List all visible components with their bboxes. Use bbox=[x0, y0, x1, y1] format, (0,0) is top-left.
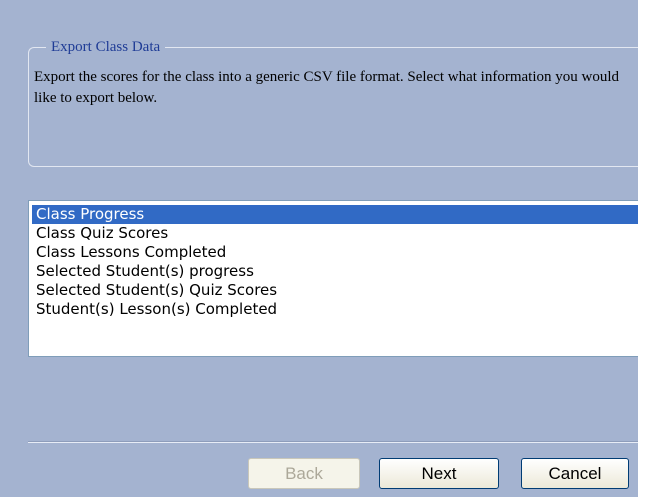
cancel-button[interactable]: Cancel bbox=[521, 458, 629, 489]
footer-separator bbox=[28, 441, 638, 443]
list-item-class-quiz-scores[interactable]: Class Quiz Scores bbox=[32, 224, 638, 243]
export-options-listbox[interactable]: Class Progress Class Quiz Scores Class L… bbox=[28, 200, 638, 357]
list-item-selected-student-progress[interactable]: Selected Student(s) progress bbox=[32, 262, 638, 281]
group-title: Export Class Data bbox=[46, 38, 166, 56]
back-button[interactable]: Back bbox=[248, 458, 360, 489]
group-description: Export the scores for the class into a g… bbox=[34, 69, 619, 106]
list-item-selected-student-quiz-scores[interactable]: Selected Student(s) Quiz Scores bbox=[32, 281, 638, 300]
next-button[interactable]: Next bbox=[379, 458, 499, 489]
list-item-class-lessons-completed[interactable]: Class Lessons Completed bbox=[32, 243, 638, 262]
list-item-class-progress[interactable]: Class Progress bbox=[32, 205, 638, 224]
export-wizard-window: Export Class Data Export the scores for … bbox=[0, 0, 638, 497]
list-item-student-lessons-completed[interactable]: Student(s) Lesson(s) Completed bbox=[32, 300, 638, 319]
